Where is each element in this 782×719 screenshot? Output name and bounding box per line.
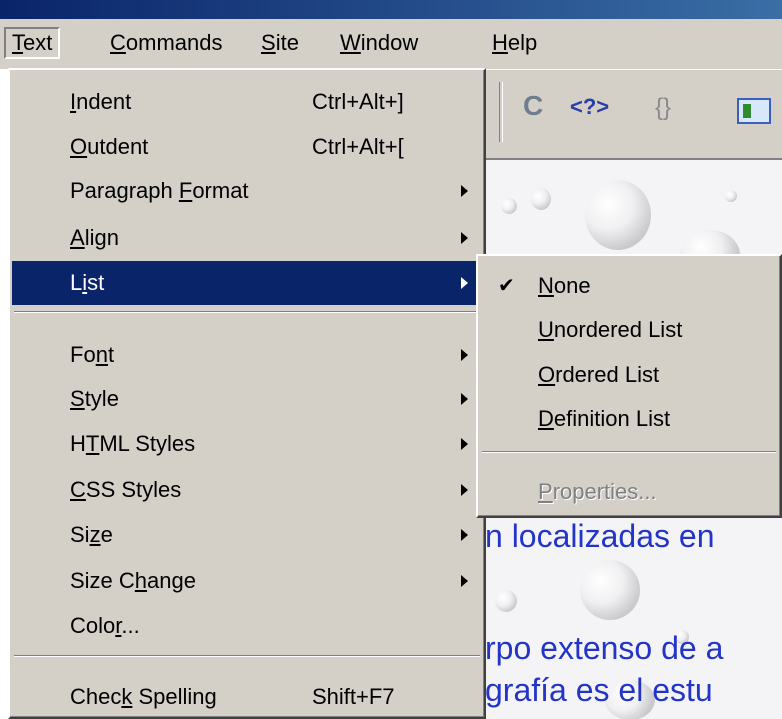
menu-site[interactable]: Site (255, 27, 305, 59)
menu-item-label: Align (70, 225, 119, 250)
braces-icon[interactable]: {} (655, 94, 671, 122)
menu-item-align[interactable]: Align (12, 216, 482, 260)
menu-bar: Text Commands Site Window Help (0, 19, 782, 70)
menu-item-outdent[interactable]: Outdent Ctrl+Alt+[ (12, 125, 482, 169)
check-icon: ✔ (498, 275, 515, 297)
submenu-item-unordered-list[interactable]: Unordered List (480, 308, 778, 352)
bubble-decoration (725, 190, 737, 202)
menu-text-mnemonic: T (12, 30, 23, 55)
document-toolbar: C <?> {} (485, 70, 782, 160)
submenu-item-ordered-list[interactable]: Ordered List (480, 353, 778, 397)
menu-item-check-spelling[interactable]: Check Spelling Shift+F7 (12, 675, 482, 719)
menu-item-style[interactable]: Style (12, 377, 482, 421)
menu-item-label: Outdent (70, 134, 149, 159)
bubble-decoration (580, 560, 640, 620)
menu-item-label: Style (70, 386, 119, 411)
menu-commands-label: ommands (125, 30, 223, 55)
list-submenu: ✔ None Unordered List Ordered List Definitio… (476, 254, 782, 518)
submenu-arrow-icon (461, 575, 468, 587)
code-view-button[interactable]: <?> (570, 94, 609, 120)
submenu-arrow-icon (461, 277, 468, 289)
menu-commands-mnemonic: C (110, 30, 126, 55)
menu-item-label: Size Change (70, 568, 196, 593)
menu-item-paragraph-format[interactable]: Paragraph Format (12, 169, 482, 213)
menu-item-label: List (70, 270, 105, 295)
submenu-item-properties: Properties... (480, 470, 778, 514)
menu-site-label: ite (275, 30, 299, 55)
menu-item-label: Font (70, 342, 115, 367)
submenu-item-label: Definition List (538, 406, 671, 431)
menu-separator (14, 311, 480, 313)
bubble-decoration (495, 590, 517, 612)
menu-site-mnemonic: S (261, 30, 276, 55)
menu-item-shortcut: Ctrl+Alt+[ (312, 134, 404, 159)
submenu-arrow-icon (461, 393, 468, 405)
submenu-item-definition-list[interactable]: Definition List (480, 397, 778, 441)
menu-window-label: indow (360, 30, 419, 55)
menu-item-shortcut: Ctrl+Alt+] (312, 89, 404, 114)
menu-help[interactable]: Help (486, 27, 543, 59)
submenu-item-label: Properties... (538, 479, 657, 504)
menu-item-label: Check Spelling (70, 684, 217, 709)
menu-item-label: Paragraph Format (70, 178, 249, 203)
design-view-icon[interactable] (737, 98, 771, 124)
submenu-arrow-icon (461, 232, 468, 244)
menu-window-mnemonic: W (340, 30, 361, 55)
bubble-decoration (531, 188, 551, 210)
menu-item-size[interactable]: Size (12, 513, 482, 557)
submenu-arrow-icon (461, 484, 468, 496)
menu-item-label: Size (70, 522, 113, 547)
submenu-arrow-icon (461, 185, 468, 197)
submenu-item-none[interactable]: ✔ None (480, 264, 778, 308)
menu-item-font[interactable]: Font (12, 333, 482, 377)
bubble-decoration (501, 198, 517, 214)
submenu-arrow-icon (461, 529, 468, 541)
toolbar-separator (499, 82, 503, 142)
menu-commands[interactable]: Commands (104, 27, 228, 59)
menu-help-mnemonic: H (492, 30, 508, 55)
submenu-arrow-icon (461, 349, 468, 361)
submenu-arrow-icon (461, 438, 468, 450)
menu-text[interactable]: Text (4, 27, 61, 59)
menu-separator (482, 451, 776, 453)
submenu-item-label: Unordered List (538, 317, 683, 342)
menu-window[interactable]: Window (334, 27, 424, 59)
document-text-line[interactable]: n localizadas en (485, 518, 714, 555)
text-menu: Indent Ctrl+Alt+] Outdent Ctrl+Alt+[ Paragra… (8, 68, 486, 719)
menu-item-list[interactable]: List (12, 261, 482, 305)
menu-item-label: HTML Styles (70, 431, 196, 456)
bubble-decoration (585, 180, 651, 250)
submenu-item-label: None (538, 273, 591, 298)
menu-item-indent[interactable]: Indent Ctrl+Alt+] (12, 80, 482, 124)
window-title-bar (0, 0, 782, 19)
refresh-icon[interactable]: C (523, 90, 543, 122)
document-text-line[interactable]: rpo extenso de a (485, 630, 723, 667)
menu-separator (14, 655, 480, 657)
menu-item-label: CSS Styles (70, 477, 182, 502)
menu-help-label: elp (507, 30, 538, 55)
document-text-line[interactable]: grafía es el estu (485, 672, 713, 709)
menu-item-css-styles[interactable]: CSS Styles (12, 468, 482, 512)
submenu-item-label: Ordered List (538, 362, 660, 387)
menu-text-label: ext (23, 30, 53, 55)
menu-item-html-styles[interactable]: HTML Styles (12, 422, 482, 466)
menu-item-label: Indent (70, 89, 132, 114)
menu-item-size-change[interactable]: Size Change (12, 559, 482, 603)
menu-item-color[interactable]: Color... (12, 604, 482, 648)
menu-item-shortcut: Shift+F7 (312, 684, 395, 709)
menu-item-label: Color... (70, 613, 140, 638)
